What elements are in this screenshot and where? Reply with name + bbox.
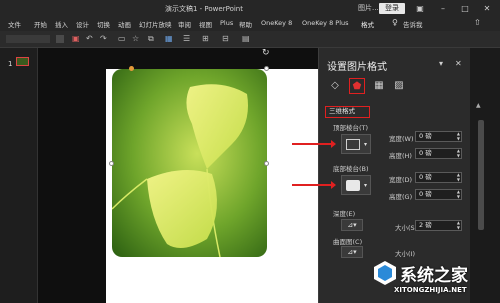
depth-color-button[interactable]: ⊿▾ [341,219,363,231]
tab-transitions[interactable]: 切换 [97,19,110,29]
section-3d-format[interactable]: 三维格式 [325,106,370,118]
top-bevel-label: 顶部棱台(T) [333,124,369,132]
slide-number: 1 [8,60,13,68]
ribbon-tabs: 文件 开始 插入 设计 切换 动画 幻灯片放映 审阅 视图 Plus 帮助 On… [0,17,500,31]
login-button[interactable]: 登录 [379,3,405,14]
size-properties-icon[interactable]: ▦ [371,78,387,94]
window-title: 演示文稿1 - PowerPoint [165,5,243,13]
spinner-icon[interactable]: ▲ ▼ [457,189,460,199]
pane-close-icon[interactable]: ✕ [455,59,462,68]
depth-label: 深度(E) [333,210,356,218]
slide-thumbnail[interactable] [16,57,29,66]
bottom-height-value: 0 磅 [419,190,432,198]
pane-options-icon[interactable]: ▾ [439,59,443,68]
tab-slideshow[interactable]: 幻灯片放映 [139,19,172,29]
top-height-value: 0 磅 [419,149,432,157]
slide-thumbnail-pane: 1 [0,48,38,303]
tab-insert[interactable]: 插入 [55,19,68,29]
dropdown-icon: ▾ [363,141,367,148]
bottom-width-value: 0 磅 [419,173,432,181]
fill-line-icon[interactable]: ◇ [327,78,343,94]
annotation-arrow [292,181,336,189]
top-height-label: 高度(H) [389,152,412,160]
spinner-icon[interactable]: ▲ ▼ [457,172,460,182]
save-icon[interactable]: ▣ [72,34,80,44]
tab-home[interactable]: 开始 [34,19,47,29]
ginkgo-picture[interactable] [112,69,267,257]
bottom-width-input[interactable]: 0 磅 ▲ ▼ [415,172,462,183]
resize-handle[interactable] [264,161,269,166]
picture-tools-label[interactable]: 图片... [358,3,379,14]
tab-animations[interactable]: 动画 [118,19,131,29]
picture-icon[interactable]: ▦ [165,34,173,44]
resize-handle[interactable] [109,161,114,166]
dropdown-icon: ▾ [363,182,367,189]
slide-canvas: ↻ [38,48,318,303]
top-width-value: 0 磅 [419,132,432,140]
tab-help[interactable]: 帮助 [239,19,252,29]
watermark-logo-icon [374,261,396,285]
annotation-arrow [292,140,336,148]
tab-onekey8[interactable]: OneKey 8 [261,19,292,27]
bottom-width-label: 宽度(D) [389,176,413,184]
share-icon[interactable]: ⇧ [474,18,481,27]
tell-me-search[interactable]: 告诉我 [403,19,423,29]
top-width-label: 宽度(W) [389,135,414,143]
resize-handle[interactable] [264,66,269,71]
title-bar: 演示文稿1 - PowerPoint 图片... 登录 ▣ – □ ✕ [0,0,500,17]
watermark: 系统之家 XITONGZHIJIA.NET [372,258,500,303]
watermark-text: 系统之家 [400,266,468,286]
scroll-up-icon[interactable]: ▲ [476,102,481,109]
lightbulb-icon: ♀ [392,18,398,27]
bottom-bevel-label: 底部棱台(B) [333,165,369,173]
depth-size-value: 2 磅 [419,221,432,229]
undo-icon[interactable]: ↶ [86,34,93,44]
tab-file[interactable]: 文件 [8,19,21,29]
picture-tab-icon[interactable]: ▨ [391,78,407,94]
tab-review[interactable]: 审阅 [178,19,191,29]
maximize-icon[interactable]: □ [458,2,472,15]
star-icon[interactable]: ☆ [132,34,139,44]
adjust-handle[interactable] [129,66,134,71]
watermark-url: XITONGZHIJIA.NET [394,286,467,294]
group-icon[interactable]: ⊟ [222,34,229,44]
spinner-icon[interactable]: ▲ ▼ [457,220,460,230]
ribbon-display-icon[interactable]: ▣ [413,2,427,15]
tab-format[interactable]: 格式 [361,19,374,29]
effects-pentagon-icon[interactable]: ⬟ [349,78,365,94]
bottom-height-input[interactable]: 0 磅 ▲ ▼ [415,189,462,200]
contour-label: 曲面图(C) [333,238,363,246]
bottom-bevel-dropdown[interactable]: ▾ [341,175,371,195]
grid-icon[interactable]: ⊞ [202,34,209,44]
top-bevel-dropdown[interactable]: ▾ [341,134,371,154]
contour-color-button[interactable]: ⊿▾ [341,246,363,258]
scroll-thumb[interactable] [478,120,484,230]
shape-icon[interactable]: ▭ [118,34,126,44]
bevel-swatch-icon [346,180,360,191]
rotate-handle-icon[interactable]: ↻ [262,48,272,58]
close-icon[interactable]: ✕ [480,2,494,15]
tab-view[interactable]: 视图 [199,19,212,29]
quick-toolbar: ▣ ↶ ↷ ▭ ☆ ⧉ ▦ ☰ ⊞ ⊟ ▤ [0,31,500,48]
bottom-height-label: 高度(G) [389,193,413,201]
arrange-icon[interactable]: ⧉ [148,34,154,44]
tab-plus[interactable]: Plus [220,19,233,27]
spinner-icon[interactable]: ▲ ▼ [457,131,460,141]
format-painter-icon[interactable] [56,35,64,43]
table-icon[interactable]: ▤ [242,34,250,44]
minimize-icon[interactable]: – [436,2,450,15]
top-height-input[interactable]: 0 磅 ▲ ▼ [415,148,462,159]
contour-size-label: 大小(I) [395,250,415,258]
pane-title: 设置图片格式 [327,62,387,73]
font-dropdown[interactable] [6,35,50,43]
top-width-input[interactable]: 0 磅 ▲ ▼ [415,131,462,142]
spinner-icon[interactable]: ▲ ▼ [457,148,460,158]
bevel-swatch-icon [346,139,360,150]
depth-size-label: 大小(S) [395,224,418,232]
tab-design[interactable]: 设计 [76,19,89,29]
align-icon[interactable]: ☰ [183,34,190,44]
tab-onekey8plus[interactable]: OneKey 8 Plus [302,19,349,27]
depth-size-input[interactable]: 2 磅 ▲ ▼ [415,220,462,231]
redo-icon[interactable]: ↷ [100,34,107,44]
